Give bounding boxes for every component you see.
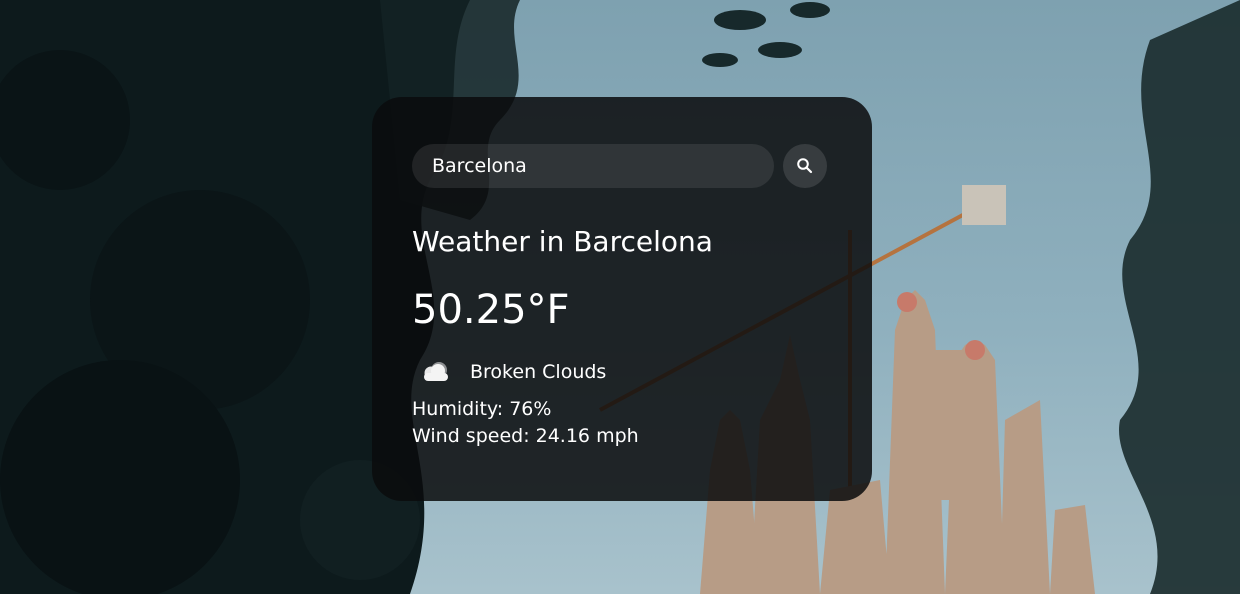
condition-row: Broken Clouds bbox=[412, 354, 832, 390]
search-input[interactable] bbox=[412, 144, 774, 188]
search-icon bbox=[797, 158, 813, 174]
weather-card: Weather in Barcelona 50.25°F Broken Clou… bbox=[372, 97, 872, 501]
search-button[interactable] bbox=[783, 144, 827, 188]
city-title: Weather in Barcelona bbox=[412, 225, 713, 258]
search-bar bbox=[412, 144, 832, 188]
condition-text: Broken Clouds bbox=[470, 360, 607, 383]
humidity: Humidity: 76% bbox=[412, 397, 552, 420]
wind-speed: Wind speed: 24.16 mph bbox=[412, 424, 639, 447]
temperature: 50.25°F bbox=[412, 286, 570, 333]
cloud-icon bbox=[412, 354, 460, 390]
